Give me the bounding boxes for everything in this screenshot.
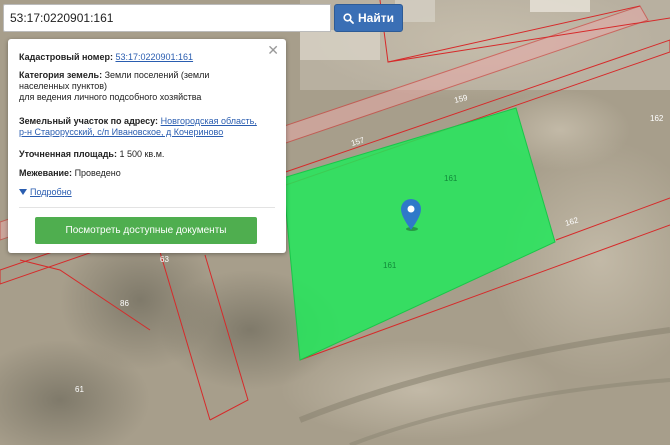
map-label-161: 161 — [444, 174, 458, 183]
parcel-info-popup: ✕ Кадастровый номер: 53:17:0220901:161 К… — [8, 39, 286, 253]
map-label-161: 161 — [383, 261, 397, 270]
building — [300, 30, 380, 60]
category-label: Категория земель: — [19, 70, 103, 80]
category-value-2: населенных пунктов) — [19, 81, 108, 91]
map-label-86: 86 — [120, 299, 129, 308]
search-icon — [343, 12, 354, 24]
survey-value: Проведено — [74, 168, 121, 178]
search-button-label: Найти — [358, 11, 394, 25]
search-button[interactable]: Найти — [334, 4, 403, 32]
details-link[interactable]: Подробно — [30, 187, 72, 197]
map-label-61: 61 — [75, 385, 84, 394]
building — [530, 0, 590, 12]
cadastral-row: Кадастровый номер: 53:17:0220901:161 — [19, 52, 281, 63]
area-row: Уточненная площадь: 1 500 кв.м. — [19, 149, 281, 160]
map-label-63: 63 — [160, 255, 169, 264]
category-row: Категория земель: Земли поселений (земли… — [19, 70, 281, 103]
area-label: Уточненная площадь: — [19, 149, 117, 159]
area-value: 1 500 кв.м. — [119, 149, 165, 159]
search-bar: Найти — [3, 4, 403, 32]
search-input[interactable] — [3, 4, 331, 32]
divider — [19, 207, 275, 208]
map-label-162: 162 — [650, 114, 664, 123]
address-link-2[interactable]: р-н Старорусский, с/п Ивановское, д Коче… — [19, 127, 223, 137]
survey-row: Межевание: Проведено — [19, 168, 281, 179]
address-row: Земельный участок по адресу: Новгородска… — [19, 116, 281, 138]
category-purpose: для ведения личного подсобного хозяйства — [19, 92, 202, 102]
view-documents-button[interactable]: Посмотреть доступные документы — [35, 217, 257, 244]
survey-label: Межевание: — [19, 168, 73, 178]
address-link[interactable]: Новгородская область, — [161, 116, 257, 126]
cadastral-number-link[interactable]: 53:17:0220901:161 — [115, 52, 193, 62]
category-value: Земли поселений (земли — [104, 70, 210, 80]
caret-down-icon — [19, 189, 27, 195]
details-toggle[interactable]: Подробно — [19, 187, 72, 197]
cadastral-label: Кадастровый номер: — [19, 52, 113, 62]
address-label: Земельный участок по адресу: — [19, 116, 159, 126]
